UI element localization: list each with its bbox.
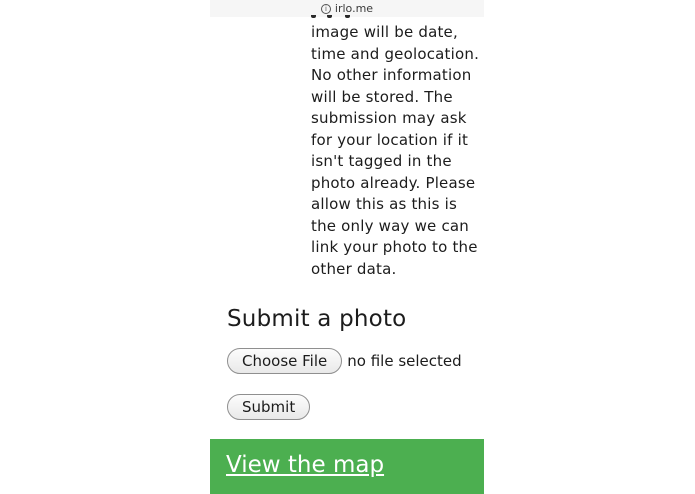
info-line: for your location if it	[311, 130, 469, 149]
view-map-link[interactable]: View the map	[226, 452, 384, 478]
info-line: link your photo to the	[311, 238, 478, 256]
info-line: will be stored. The	[311, 87, 453, 106]
info-line: submission may ask	[311, 109, 467, 127]
info-line: photo already. Please	[311, 173, 476, 192]
info-line: image will be date,	[311, 23, 458, 41]
submit-button[interactable]: Submit	[227, 394, 311, 420]
info-line: No other information	[311, 66, 472, 84]
file-status-text: no file selected	[347, 352, 462, 370]
file-input: Choose File no file selected	[227, 348, 462, 374]
mobile-viewport: i irlo.me image will be date, time and g…	[210, 0, 484, 494]
info-line: other data.	[311, 259, 397, 278]
cut-off-text-line	[311, 15, 461, 18]
url-text: irlo.me	[334, 2, 374, 15]
choose-file-button[interactable]: Choose File	[227, 348, 343, 374]
info-line: allow this as this is	[311, 195, 457, 213]
info-paragraph: image will be date, time and geolocation…	[311, 22, 481, 280]
info-line: time and geolocation.	[311, 44, 480, 63]
info-icon[interactable]: i	[320, 3, 331, 14]
submit-photo-heading: Submit a photo	[227, 306, 407, 332]
info-line: isn't tagged in the	[311, 152, 452, 170]
info-line: the only way we can	[311, 216, 469, 235]
footer-bar: View the map	[210, 439, 484, 494]
